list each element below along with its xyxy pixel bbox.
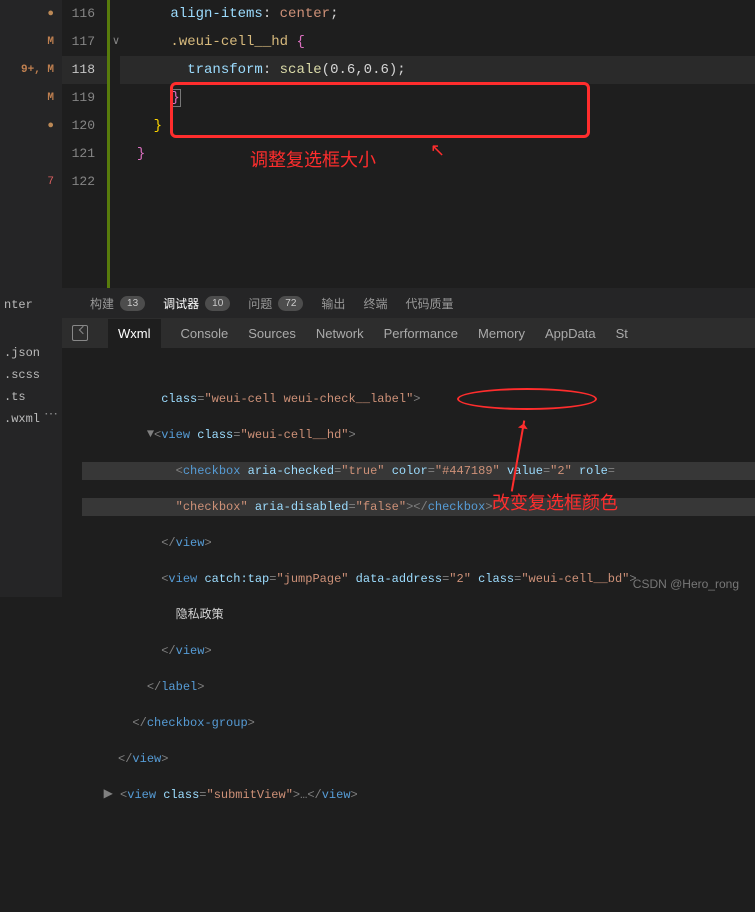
tab-sources[interactable]: Sources bbox=[248, 326, 296, 341]
annotation-text: 调整复选框大小 bbox=[250, 146, 376, 172]
line-number: 119 bbox=[62, 84, 107, 112]
dom-line[interactable]: 隐私政策 bbox=[82, 606, 755, 624]
line-number: 116 bbox=[62, 0, 107, 28]
file-item[interactable]: nter bbox=[0, 294, 62, 316]
dom-line[interactable]: <checkbox aria-checked="true" color="#44… bbox=[82, 462, 755, 480]
dom-line[interactable]: </label> bbox=[82, 678, 755, 696]
line-number: 120 bbox=[62, 112, 107, 140]
line-number: 121 bbox=[62, 140, 107, 168]
gutter-marker: M bbox=[0, 84, 62, 112]
devtools-tabs: Wxml Console Sources Network Performance… bbox=[62, 318, 755, 348]
tab-debugger[interactable]: 调试器10 bbox=[163, 295, 230, 312]
file-item[interactable]: .json bbox=[0, 342, 62, 364]
dom-line[interactable]: ▶ <view class="submitView">…</view> bbox=[82, 786, 755, 804]
editor-area: ● M 9+, M M ● 7 ∨ 116 117 118 119 120 12… bbox=[0, 0, 755, 288]
tab-code-quality[interactable]: 代码质量 bbox=[405, 295, 453, 312]
tab-network[interactable]: Network bbox=[316, 326, 364, 341]
ellipsis-icon: ⋯ bbox=[44, 406, 58, 424]
tab-appdata[interactable]: AppData bbox=[545, 326, 596, 341]
file-blank bbox=[0, 316, 62, 342]
code-line: align-items: center; bbox=[120, 0, 755, 28]
devtools-panel: Wxml Console Sources Network Performance… bbox=[62, 318, 755, 597]
tab-output[interactable]: 输出 bbox=[321, 295, 345, 312]
file-explorer: nter .json .scss .ts .wxml bbox=[0, 288, 62, 597]
gutter-marker: ● bbox=[0, 0, 62, 28]
tab-memory[interactable]: Memory bbox=[478, 326, 525, 341]
gutter-marker: M bbox=[0, 28, 62, 56]
wxml-tree[interactable]: ⋯ class="weui-cell weui-check__label"> ▼… bbox=[62, 348, 755, 912]
dom-line[interactable]: "checkbox" aria-disabled="false"></check… bbox=[82, 498, 755, 516]
gutter-marker: 9+, M bbox=[0, 56, 62, 84]
file-item[interactable]: .ts bbox=[0, 386, 62, 408]
line-number: 118 bbox=[62, 56, 107, 84]
line-number: 122 bbox=[62, 168, 107, 196]
tab-overflow[interactable]: St bbox=[616, 326, 628, 341]
dom-line[interactable]: </checkbox-group> bbox=[82, 714, 755, 732]
tab-terminal[interactable]: 终端 bbox=[363, 295, 387, 312]
line-numbers: ∨ 116 117 118 119 120 121 122 bbox=[62, 0, 110, 288]
watermark: CSDN @Hero_rong bbox=[633, 577, 739, 591]
inspect-icon[interactable] bbox=[72, 325, 88, 341]
dom-line[interactable]: </view> bbox=[82, 642, 755, 660]
line-number: 117 bbox=[62, 28, 107, 56]
dom-line[interactable]: class="weui-cell weui-check__label"> bbox=[82, 390, 755, 408]
gutter-marker: ● bbox=[0, 112, 62, 140]
file-item[interactable]: .scss bbox=[0, 364, 62, 386]
code-line: } bbox=[120, 112, 755, 140]
code-line: } bbox=[120, 84, 755, 112]
code-line: transform: scale(0.6,0.6); bbox=[120, 56, 755, 84]
git-gutter: ● M 9+, M M ● 7 bbox=[0, 0, 62, 288]
bottom-panel-tabs: 构建13 调试器10 问题72 输出 终端 代码质量 bbox=[0, 288, 755, 318]
tab-wxml[interactable]: Wxml bbox=[108, 319, 161, 348]
annotation-text: 改变复选框颜色 bbox=[492, 494, 618, 512]
tab-performance[interactable]: Performance bbox=[384, 326, 458, 341]
gutter-empty bbox=[0, 140, 62, 168]
tab-problems[interactable]: 问题72 bbox=[248, 295, 303, 312]
dom-line[interactable]: </view> bbox=[82, 534, 755, 552]
tab-build[interactable]: 构建13 bbox=[90, 295, 145, 312]
tab-console[interactable]: Console bbox=[181, 326, 229, 341]
dom-line[interactable]: ▼<view class="weui-cell__hd"> bbox=[82, 426, 755, 444]
code-line: .weui-cell__hd { bbox=[120, 28, 755, 56]
code-line bbox=[120, 168, 755, 196]
dom-line[interactable]: </view> bbox=[82, 750, 755, 768]
gutter-marker: 7 bbox=[0, 168, 62, 196]
annotation-arrow-icon: ↖ bbox=[430, 140, 445, 162]
